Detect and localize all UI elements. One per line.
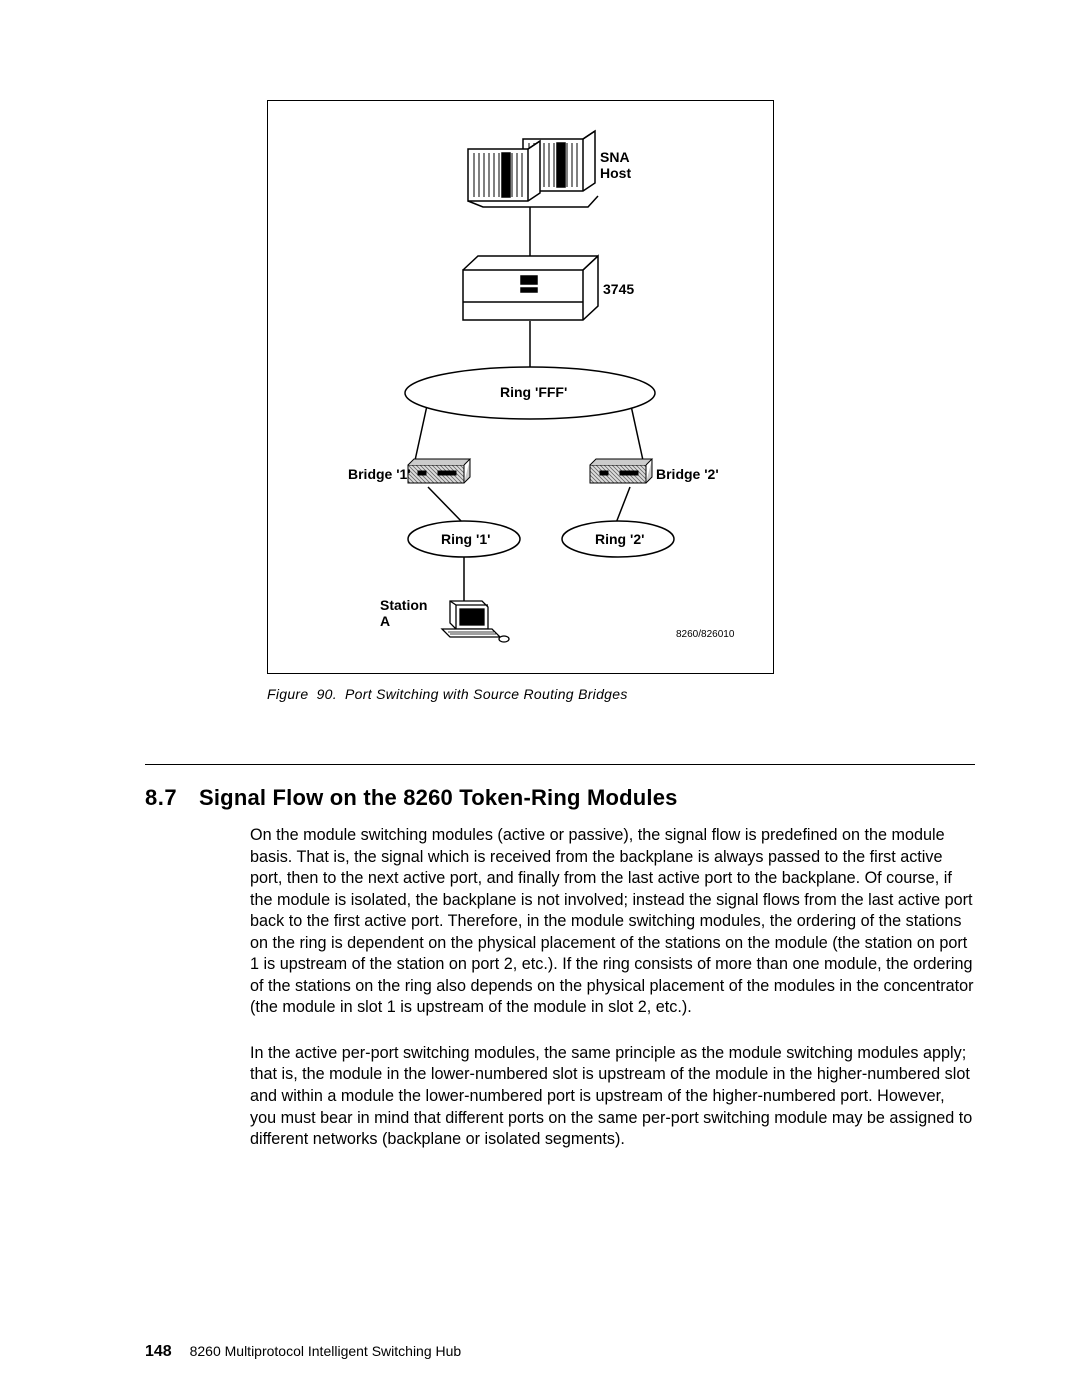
station-a-label: Station A bbox=[380, 597, 427, 629]
section-number: 8.7 bbox=[145, 785, 199, 811]
fep-3745-icon bbox=[463, 256, 598, 320]
section-heading: 8.7 Signal Flow on the 8260 Token-Ring M… bbox=[145, 785, 975, 811]
body-paragraph: In the active per-port switching modules… bbox=[250, 1043, 975, 1151]
section-title: Signal Flow on the 8260 Token-Ring Modul… bbox=[199, 785, 678, 811]
page-footer: 148 8260 Multiprotocol Intelligent Switc… bbox=[145, 1343, 461, 1361]
figure-diagram: SNA Host 3745 Ring 'FFF' Bridge '1' Brid… bbox=[267, 100, 774, 674]
footer-title: 8260 Multiprotocol Intelligent Switching… bbox=[190, 1343, 462, 1359]
body-paragraph: On the module switching modules (active … bbox=[250, 825, 975, 1019]
bridge-1-icon bbox=[408, 459, 470, 483]
ring-fff-label: Ring 'FFF' bbox=[500, 384, 567, 400]
bridge-2-label: Bridge '2' bbox=[656, 466, 719, 482]
bridge-1-label: Bridge '1' bbox=[348, 466, 411, 482]
ring-1-label: Ring '1' bbox=[441, 531, 490, 547]
station-a-icon bbox=[442, 601, 509, 642]
figure-caption: Figure 90. Port Switching with Source Ro… bbox=[267, 686, 975, 702]
refcode-label: 8260/826010 bbox=[676, 629, 734, 640]
bridge-2-icon bbox=[590, 459, 652, 483]
fep-label: 3745 bbox=[603, 281, 634, 297]
ring-2-label: Ring '2' bbox=[595, 531, 644, 547]
section-rule bbox=[145, 764, 975, 765]
sna-host-label: SNA Host bbox=[600, 149, 631, 181]
page-number: 148 bbox=[145, 1343, 172, 1360]
sna-host-icon bbox=[468, 131, 598, 207]
